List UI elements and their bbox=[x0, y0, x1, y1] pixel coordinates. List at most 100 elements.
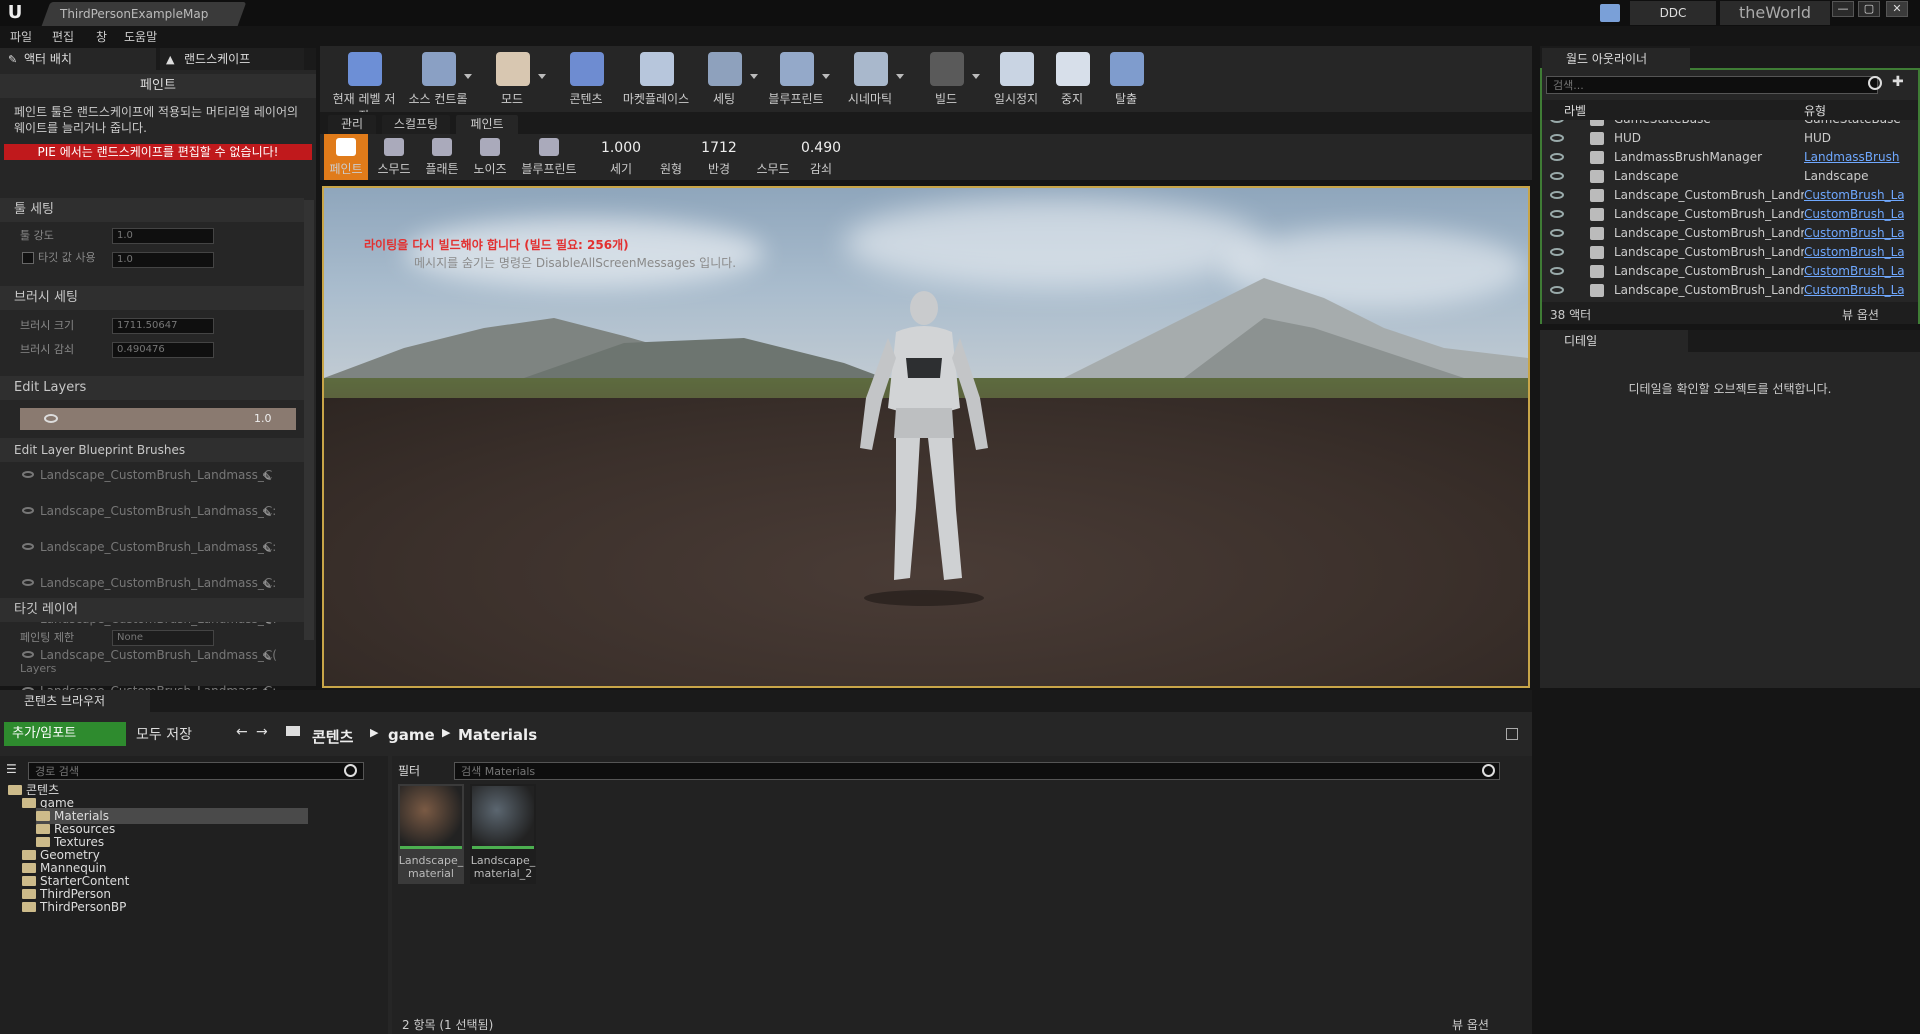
dropdown-caret-icon[interactable] bbox=[464, 74, 472, 79]
asset-tile[interactable]: Landscape_ material_2 bbox=[470, 784, 536, 884]
target-value-checkbox[interactable] bbox=[22, 252, 34, 264]
breadcrumb-content[interactable]: 콘텐츠 bbox=[312, 726, 353, 747]
source-control-button[interactable]: 소스 컨트롤 bbox=[402, 46, 474, 112]
tab-landscape[interactable]: 랜드스케이프 bbox=[160, 48, 304, 70]
menu-help[interactable]: 도움말 bbox=[124, 28, 157, 45]
dropdown-caret-icon[interactable] bbox=[822, 74, 830, 79]
paint-tool-smooth[interactable]: 스무드 bbox=[372, 134, 416, 180]
edit-layer-row[interactable]: 1.0 bbox=[20, 408, 296, 430]
tab-world-outliner[interactable]: 월드 아웃라이너 bbox=[1542, 48, 1690, 70]
add-folder-icon[interactable]: ✚ bbox=[1892, 74, 1910, 92]
breadcrumb-materials[interactable]: Materials bbox=[458, 726, 537, 744]
edit-brush-icon[interactable]: ✎ bbox=[262, 504, 272, 522]
eye-icon[interactable] bbox=[1550, 286, 1564, 294]
folder-tree-item[interactable]: ThirdPersonBP bbox=[22, 899, 126, 915]
edit-layers-header[interactable]: Edit Layers bbox=[0, 376, 304, 400]
back-arrow-icon[interactable]: ← bbox=[236, 724, 248, 740]
breadcrumb-game[interactable]: game bbox=[388, 726, 435, 744]
dropdown-caret-icon[interactable] bbox=[972, 74, 980, 79]
target-layer-header[interactable]: 타깃 레이어 bbox=[0, 598, 304, 622]
brush-param-radius[interactable]: 1712 반경 bbox=[694, 134, 744, 180]
paint-tool-noise[interactable]: 노이즈 bbox=[468, 134, 512, 180]
edit-layer-value[interactable]: 1.0 bbox=[254, 412, 272, 425]
outliner-row[interactable]: Landscape_CustomBrush_Landma CustomBrush_… bbox=[1542, 224, 1918, 243]
outliner-row[interactable]: Landscape_CustomBrush_Landma CustomBrush_… bbox=[1542, 281, 1918, 300]
dropdown-caret-icon[interactable] bbox=[896, 74, 904, 79]
lock-icon[interactable] bbox=[1506, 728, 1518, 740]
edit-layer-bp-brushes-header[interactable]: Edit Layer Blueprint Brushes bbox=[0, 438, 304, 462]
brush-settings-header[interactable]: 브러시 세팅 bbox=[0, 286, 304, 310]
eye-icon[interactable] bbox=[1550, 229, 1564, 237]
menu-edit[interactable]: 편집 bbox=[52, 28, 74, 45]
eye-icon[interactable] bbox=[22, 579, 34, 586]
bp-brush-item[interactable]: Landscape_CustomBrush_Landmass_C:✎ bbox=[0, 538, 300, 556]
level-viewport[interactable]: 라이팅을 다시 빌드해야 합니다 (빌드 필요: 256개) 메시지를 숨기는 … bbox=[322, 186, 1530, 688]
outliner-search-input[interactable] bbox=[1546, 76, 1878, 94]
settings-button[interactable]: 세팅 bbox=[688, 46, 760, 112]
eject-button[interactable]: 탈출 bbox=[1090, 46, 1162, 112]
tool-strength-field[interactable]: 1.0 bbox=[112, 228, 214, 244]
outliner-view-options[interactable]: 뷰 옵션 bbox=[1842, 306, 1879, 323]
tab-manage[interactable]: 관리 bbox=[328, 115, 376, 134]
outliner-row[interactable]: HUD HUD bbox=[1542, 129, 1918, 148]
path-search-input[interactable] bbox=[28, 762, 364, 780]
actor-type[interactable]: LandmassBrush bbox=[1804, 148, 1904, 167]
edit-brush-icon[interactable]: ✎ bbox=[262, 648, 272, 666]
save-level-button[interactable]: 현재 레벨 저장 bbox=[328, 46, 400, 123]
eye-icon[interactable] bbox=[22, 543, 34, 550]
brush-param-shape[interactable]: 원형 bbox=[646, 134, 696, 180]
bp-brush-item[interactable]: Landscape_CustomBrush_Landmass_C:✎ bbox=[0, 502, 300, 520]
outliner-row[interactable]: LandmassBrushManager LandmassBrush bbox=[1542, 148, 1918, 167]
eye-icon[interactable] bbox=[1550, 153, 1564, 161]
brush-size-field[interactable]: 1711.50647 bbox=[112, 318, 214, 334]
tab-place-actors[interactable]: 액터 배치 bbox=[0, 48, 156, 70]
forward-arrow-icon[interactable]: → bbox=[256, 724, 268, 740]
edit-brush-icon[interactable]: ✎ bbox=[262, 576, 272, 594]
ddc-button[interactable]: DDC bbox=[1630, 1, 1716, 25]
cinematics-button[interactable]: 시네마틱 bbox=[834, 46, 906, 112]
brush-falloff-field[interactable]: 0.490476 bbox=[112, 342, 214, 358]
dropdown-caret-icon[interactable] bbox=[538, 74, 546, 79]
map-tab[interactable]: ThirdPersonExampleMap bbox=[41, 2, 247, 26]
outliner-row[interactable]: Landscape_CustomBrush_Landma CustomBrush_… bbox=[1542, 205, 1918, 224]
actor-type[interactable]: CustomBrush_La bbox=[1804, 262, 1904, 281]
close-button[interactable]: ✕ bbox=[1886, 1, 1908, 17]
col-label[interactable]: 라벨 bbox=[1564, 102, 1586, 119]
asset-view-options[interactable]: 뷰 옵션 bbox=[1452, 1016, 1489, 1033]
dropdown-caret-icon[interactable] bbox=[750, 74, 758, 79]
target-value-field[interactable]: 1.0 bbox=[112, 252, 214, 268]
outliner-row[interactable]: Landscape_CustomBrush_Landma CustomBrush_… bbox=[1542, 243, 1918, 262]
maximize-button[interactable]: ▢ bbox=[1858, 1, 1880, 17]
eye-icon[interactable] bbox=[44, 414, 58, 423]
eye-icon[interactable] bbox=[22, 471, 34, 478]
marketplace-button[interactable]: 마켓플레이스 bbox=[620, 46, 692, 112]
eye-icon[interactable] bbox=[1550, 267, 1564, 275]
paint-tool-flatten[interactable]: 플래튼 bbox=[420, 134, 464, 180]
brush-param-falloff[interactable]: 0.490 감쇠 bbox=[796, 134, 846, 180]
tool-settings-header[interactable]: 툴 세팅 bbox=[0, 198, 304, 222]
eye-icon[interactable] bbox=[1550, 191, 1564, 199]
outliner-row[interactable]: Landscape_CustomBrush_Landma CustomBrush_… bbox=[1542, 262, 1918, 281]
menu-window[interactable]: 창 bbox=[96, 28, 107, 45]
build-button[interactable]: 빌드 bbox=[910, 46, 982, 112]
paint-tool-paint[interactable]: 페인트 bbox=[324, 134, 368, 180]
eye-icon[interactable] bbox=[1550, 248, 1564, 256]
edit-brush-icon[interactable]: ✎ bbox=[262, 468, 272, 486]
outliner-row[interactable]: Landscape Landscape bbox=[1542, 167, 1918, 186]
eye-icon[interactable] bbox=[1550, 210, 1564, 218]
content-button[interactable]: 콘텐츠 bbox=[550, 46, 622, 112]
collapse-sources-icon[interactable]: ☰ bbox=[6, 762, 22, 776]
tab-paint[interactable]: 페인트 bbox=[456, 115, 518, 134]
actor-type[interactable]: CustomBrush_La bbox=[1804, 281, 1904, 300]
col-type[interactable]: 유형 bbox=[1804, 102, 1826, 119]
brush-param-strength[interactable]: 1.000 세기 bbox=[596, 134, 646, 180]
actor-type[interactable]: CustomBrush_La bbox=[1804, 205, 1904, 224]
eye-icon[interactable] bbox=[1550, 172, 1564, 180]
source-control-icon[interactable] bbox=[1600, 4, 1620, 22]
tab-details[interactable]: 디테일 bbox=[1540, 330, 1688, 352]
actor-type[interactable]: CustomBrush_La bbox=[1804, 243, 1904, 262]
outliner-row[interactable]: Landscape_CustomBrush_Landma CustomBrush_… bbox=[1542, 186, 1918, 205]
minimize-button[interactable]: — bbox=[1832, 1, 1854, 17]
edit-brush-icon[interactable]: ✎ bbox=[262, 540, 272, 558]
outliner-row[interactable]: GameStateBaseGameStateBase bbox=[1542, 120, 1918, 129]
